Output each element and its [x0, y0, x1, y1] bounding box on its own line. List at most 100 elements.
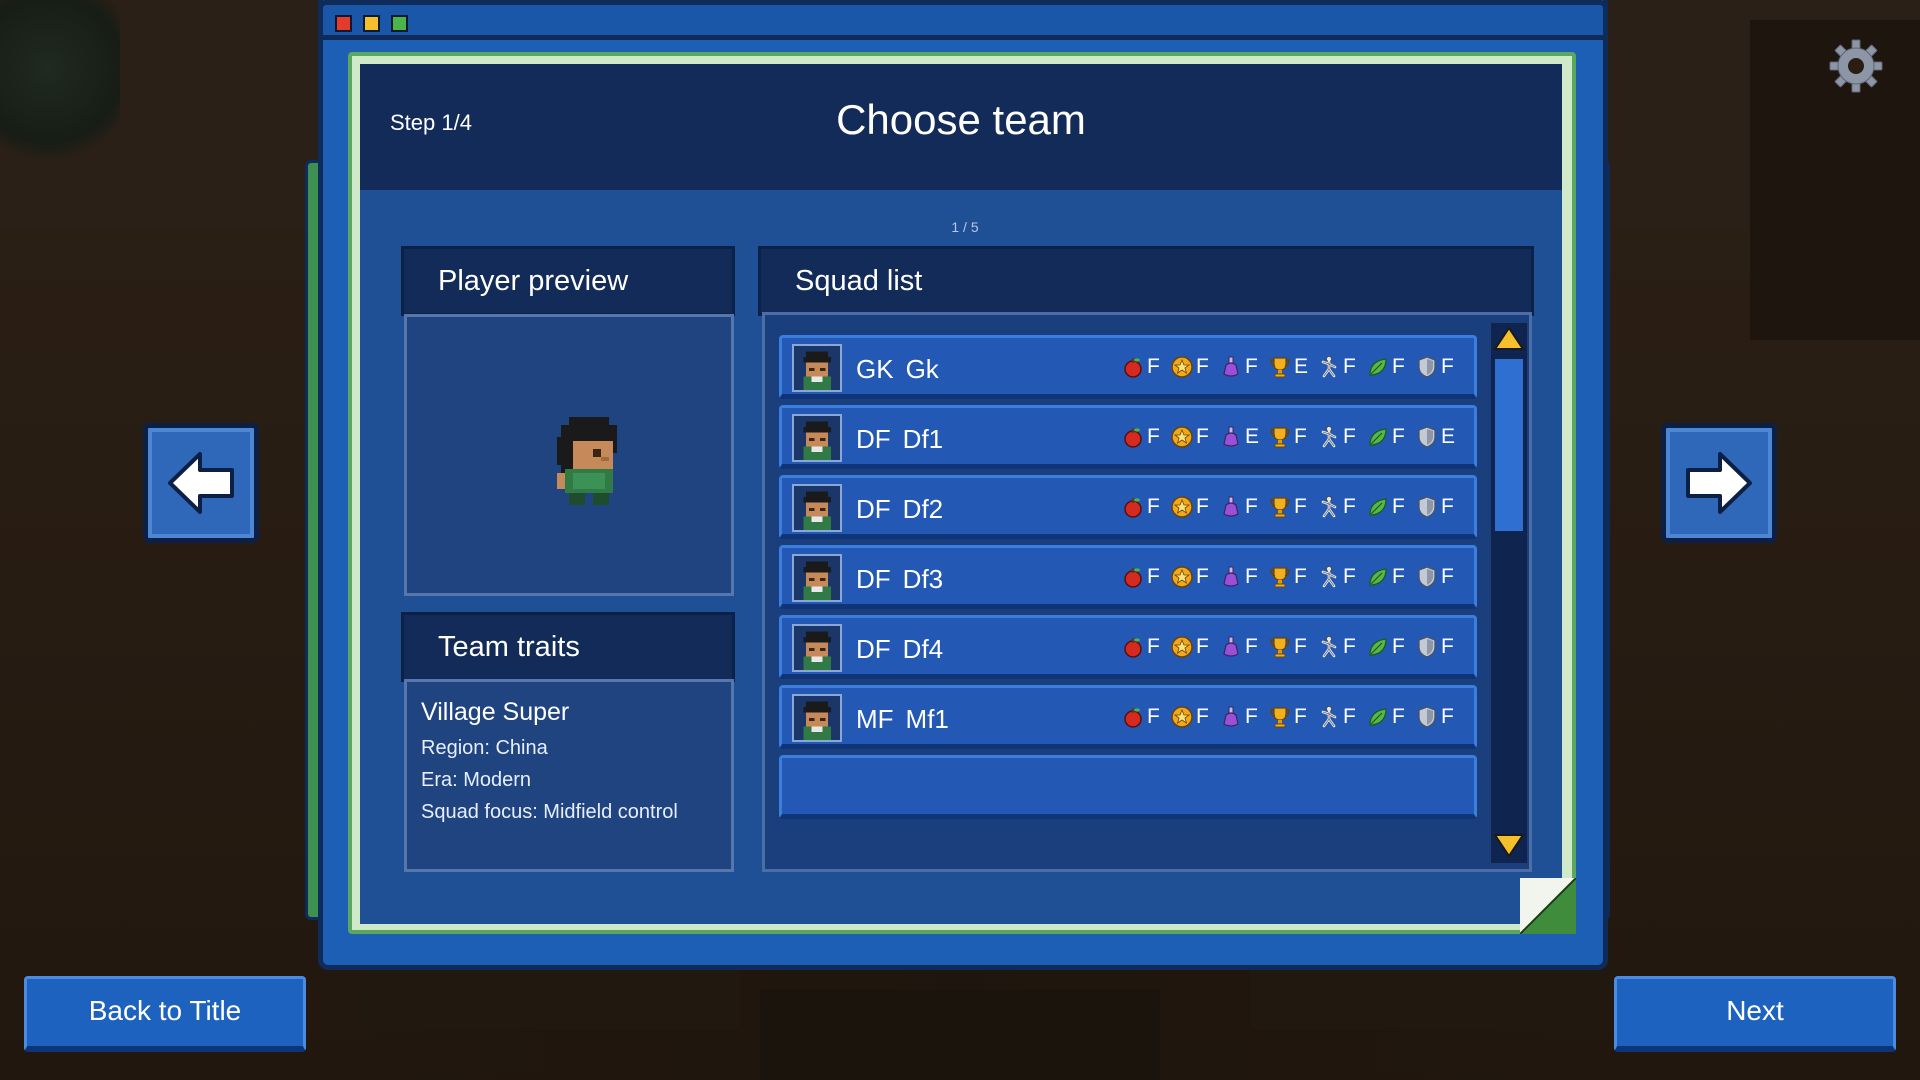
next-button[interactable]: Next — [1614, 976, 1896, 1052]
stat-item: F — [1268, 565, 1317, 589]
star-coin-icon — [1171, 566, 1193, 588]
stat-grade: F — [1147, 355, 1160, 378]
shield-icon — [1418, 706, 1436, 728]
stat-grade: F — [1196, 495, 1209, 518]
player-preview-header: Player preview — [401, 246, 735, 316]
star-coin-icon — [1171, 356, 1193, 378]
stat-item: F — [1317, 635, 1366, 659]
player-preview-title: Player preview — [438, 265, 629, 297]
team-region: Region: China — [421, 737, 548, 759]
stat-grade: F — [1343, 635, 1356, 658]
runner-icon — [1321, 425, 1337, 448]
shield-icon — [1418, 636, 1436, 658]
previous-team-button[interactable] — [143, 423, 259, 543]
trophy-icon — [1270, 567, 1290, 588]
gear-icon[interactable] — [1828, 38, 1884, 94]
stat-grade: F — [1245, 635, 1258, 658]
stat-item: F — [1415, 495, 1464, 519]
stat-grade: F — [1196, 425, 1209, 448]
stat-grade: F — [1147, 565, 1160, 588]
stat-grade: E — [1441, 425, 1456, 448]
stat-item: F — [1415, 565, 1464, 589]
squad-row[interactable]: MF Mf1 F F F F F F F — [779, 685, 1477, 749]
stat-item: F — [1170, 425, 1219, 449]
stat-item: F — [1317, 355, 1366, 379]
scroll-down-arrow-icon[interactable] — [1493, 829, 1525, 859]
runner-icon — [1321, 495, 1337, 518]
player-position: DF — [856, 494, 891, 524]
potion-icon — [1223, 356, 1239, 377]
player-avatar — [792, 554, 842, 602]
stat-item: F — [1366, 705, 1415, 729]
stat-grade: F — [1343, 495, 1356, 518]
player-stats: FFEFFFE — [1121, 425, 1464, 449]
squad-scrollbar[interactable] — [1491, 323, 1527, 863]
stat-grade: F — [1147, 705, 1160, 728]
squad-row[interactable]: DF Df1 F F E F F F E — [779, 405, 1477, 469]
stat-item: F — [1268, 425, 1317, 449]
stat-grade: F — [1441, 565, 1454, 588]
player-stats: FFFFFFF — [1121, 565, 1464, 589]
stat-grade: F — [1343, 565, 1356, 588]
player-stats: FFFFFFF — [1121, 635, 1464, 659]
stat-item: F — [1219, 355, 1268, 379]
player-stats: FFFFFFF — [1121, 705, 1464, 729]
squad-row-label: DF Df2 — [856, 494, 943, 525]
minimize-window-button[interactable] — [363, 15, 380, 32]
leaf-icon — [1369, 638, 1387, 656]
stat-grade: F — [1147, 495, 1160, 518]
squad-row-label: DF Df1 — [856, 424, 943, 455]
stat-item: F — [1268, 495, 1317, 519]
stat-grade: F — [1245, 705, 1258, 728]
stat-grade: F — [1196, 565, 1209, 588]
stat-grade: F — [1196, 635, 1209, 658]
star-coin-icon — [1171, 636, 1193, 658]
player-name: Df1 — [902, 424, 944, 454]
player-name: Gk — [905, 354, 939, 384]
close-window-button[interactable] — [335, 15, 352, 32]
back-to-title-button[interactable]: Back to Title — [24, 976, 306, 1052]
stat-item: F — [1415, 355, 1464, 379]
page-title: Choose team — [836, 96, 1086, 143]
trophy-icon — [1270, 497, 1290, 518]
stat-item: F — [1268, 635, 1317, 659]
stat-grade: F — [1392, 635, 1405, 658]
apple-icon — [1124, 358, 1142, 378]
player-position: DF — [856, 424, 891, 454]
squad-row-label: DF Df3 — [856, 564, 943, 595]
squad-row-partial[interactable] — [779, 755, 1477, 819]
stat-item: E — [1268, 355, 1317, 379]
squad-row[interactable]: DF Df2 F F F F F F F — [779, 475, 1477, 539]
squad-row-label: MF Mf1 — [856, 704, 949, 735]
leaf-icon — [1369, 358, 1387, 376]
trophy-icon — [1270, 357, 1290, 378]
stat-grade: E — [1245, 425, 1260, 448]
maximize-window-button[interactable] — [391, 15, 408, 32]
shield-icon — [1418, 426, 1436, 448]
player-position: MF — [856, 704, 894, 734]
arrow-right-icon — [1686, 452, 1752, 514]
stat-item: F — [1170, 635, 1219, 659]
stat-item: F — [1366, 635, 1415, 659]
player-avatar — [792, 344, 842, 392]
apple-icon — [1124, 568, 1142, 588]
squad-row[interactable]: GK Gk F F F E F F F — [779, 335, 1477, 399]
stat-grade: F — [1245, 355, 1258, 378]
stat-grade: F — [1392, 565, 1405, 588]
stat-grade: F — [1343, 425, 1356, 448]
stat-grade: F — [1196, 355, 1209, 378]
scroll-up-arrow-icon[interactable] — [1493, 325, 1525, 355]
squad-row[interactable]: DF Df3 F F F F F F F — [779, 545, 1477, 609]
page-indicator: 1 / 5 — [951, 219, 979, 235]
team-traits-title: Team traits — [438, 631, 580, 663]
scrollbar-thumb[interactable] — [1495, 359, 1523, 531]
stat-item: F — [1121, 425, 1170, 449]
stat-grade: E — [1294, 355, 1309, 378]
stat-item: F — [1219, 565, 1268, 589]
next-team-button[interactable] — [1661, 423, 1777, 543]
stat-item: F — [1170, 565, 1219, 589]
team-traits-header: Team traits — [401, 612, 735, 682]
background-table — [1250, 960, 1620, 1030]
stat-grade: F — [1294, 495, 1307, 518]
squad-row[interactable]: DF Df4 F F F F F F F — [779, 615, 1477, 679]
